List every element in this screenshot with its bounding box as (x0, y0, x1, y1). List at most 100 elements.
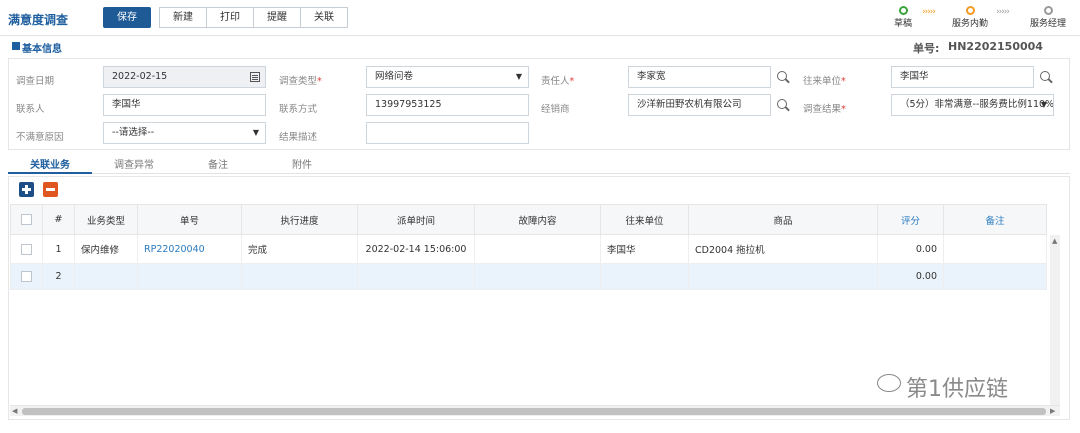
contact-method-value: 13997953125 (375, 99, 442, 110)
dissatisfied-reason-value: --请选择-- (112, 127, 155, 138)
result-select[interactable]: （5分）非常满意--服务费比例110% ▼ (891, 94, 1054, 116)
column-header[interactable]: 评分 (877, 204, 944, 235)
business-grid: # 业务类型 单号 执行进度 派单时间 故障内容 往来单位 商品 评分 备注 1… (10, 204, 1047, 290)
print-button[interactable]: 打印 (206, 7, 254, 28)
step-dot-icon (898, 6, 908, 15)
contact-input[interactable]: 李国华 (103, 94, 266, 116)
scroll-right-icon[interactable]: ▶ (1050, 407, 1055, 415)
workflow-step-service-manager: 服务经理 (1026, 6, 1070, 29)
row-checkbox[interactable] (10, 234, 43, 264)
minus-icon (46, 188, 55, 191)
select-all-checkbox[interactable] (10, 204, 43, 235)
search-icon[interactable] (776, 98, 790, 112)
dealer-value: 沙洋新田野农机有限公司 (637, 99, 742, 110)
workflow-arrow-icon: ››››› (922, 7, 936, 17)
workflow-step-service-clerk: 服务内勤 (950, 6, 990, 29)
cell-note[interactable] (943, 234, 1047, 264)
contact-method-input[interactable]: 13997953125 (366, 94, 529, 116)
delete-row-button[interactable] (43, 182, 58, 197)
column-header[interactable]: 故障内容 (474, 204, 601, 235)
contact-value: 李国华 (112, 99, 141, 110)
link-button[interactable]: 关联 (300, 7, 348, 28)
survey-date-value: 2022-02-15 (112, 71, 168, 82)
workflow-step-label: 草稿 (893, 19, 912, 29)
tab-attachments[interactable]: 附件 (260, 156, 344, 171)
tab-notes[interactable]: 备注 (176, 156, 260, 171)
page-title: 满意度调查 (8, 13, 69, 27)
cell-biz-type[interactable] (74, 263, 138, 290)
result-desc-input[interactable] (366, 122, 529, 144)
cell-product[interactable]: CD2004 拖拉机 (688, 234, 878, 264)
partner-label: 往来单位* (803, 76, 846, 87)
cell-partner[interactable] (600, 263, 689, 290)
column-header[interactable]: 单号 (137, 204, 242, 235)
owner-value: 李家宽 (637, 71, 666, 82)
partner-value: 李国华 (900, 71, 929, 82)
workflow-arrow-icon: ››››› (996, 7, 1010, 17)
result-value: （5分）非常满意--服务费比例110% (900, 99, 1054, 110)
save-button[interactable]: 保存 (103, 7, 151, 28)
workflow-step-label: 服务内勤 (951, 19, 988, 29)
partner-input[interactable]: 李国华 (891, 66, 1034, 88)
column-header[interactable]: 备注 (943, 204, 1047, 235)
column-header[interactable]: 业务类型 (74, 204, 138, 235)
scrollbar-thumb[interactable] (22, 408, 1046, 415)
section-title: 基本信息 (22, 44, 62, 55)
chevron-down-icon: ▼ (515, 72, 522, 81)
remind-button[interactable]: 提醒 (253, 7, 301, 28)
calendar-icon[interactable] (250, 72, 260, 82)
owner-label: 责任人* (541, 76, 575, 87)
dissatisfied-reason-label: 不满意原因 (16, 132, 64, 143)
cell-score[interactable]: 0.00 (877, 234, 944, 264)
cell-dispatch-time[interactable]: 2022-02-14 15:06:00 (357, 234, 475, 264)
cell-score[interactable]: 0.00 (877, 263, 944, 290)
new-button[interactable]: 新建 (159, 7, 207, 28)
cell-partner[interactable]: 李国华 (600, 234, 689, 264)
cell-fault[interactable] (474, 263, 601, 290)
scroll-up-icon[interactable]: ▲ (1052, 237, 1057, 245)
chevron-down-icon: ▼ (1040, 100, 1047, 109)
tab-linked-business[interactable]: 关联业务 (8, 156, 92, 171)
cell-note[interactable] (943, 263, 1047, 290)
cell-biz-type[interactable]: 保内维修 (74, 234, 138, 264)
dealer-label: 经销商 (541, 104, 570, 115)
tab-survey-exception[interactable]: 调查异常 (92, 156, 176, 171)
cell-dispatch-time[interactable] (357, 263, 475, 290)
table-row[interactable]: 2 0.00 (10, 263, 1047, 290)
survey-date-field[interactable]: 2022-02-15 (103, 66, 266, 88)
horizontal-scrollbar[interactable]: ◀ ▶ (10, 405, 1060, 416)
scroll-left-icon[interactable]: ◀ (12, 407, 17, 415)
survey-type-select[interactable]: 网络问卷 ▼ (366, 66, 529, 88)
contact-method-label: 联系方式 (279, 104, 318, 115)
owner-input[interactable]: 李家宽 (628, 66, 771, 88)
section-square-icon (12, 42, 20, 50)
cell-order-no-link[interactable] (137, 263, 242, 290)
cell-product[interactable] (688, 263, 878, 290)
wechat-logo-icon (877, 374, 901, 392)
dealer-input[interactable]: 沙洋新田野农机有限公司 (628, 94, 771, 116)
workflow-step-label: 服务经理 (1029, 19, 1066, 29)
column-header[interactable]: 商品 (688, 204, 878, 235)
column-header[interactable]: 执行进度 (241, 204, 358, 235)
survey-date-label: 调查日期 (16, 76, 55, 87)
dissatisfied-reason-select[interactable]: --请选择-- ▼ (103, 122, 266, 144)
column-header[interactable]: 往来单位 (600, 204, 689, 235)
cell-order-no-link[interactable]: RP22020040 (137, 234, 242, 264)
row-number: 1 (42, 234, 75, 264)
step-dot-icon (965, 6, 975, 15)
cell-progress[interactable]: 完成 (241, 234, 358, 264)
cell-fault[interactable] (474, 234, 601, 264)
grid-header-row: # 业务类型 单号 执行进度 派单时间 故障内容 往来单位 商品 评分 备注 (10, 204, 1047, 235)
search-icon[interactable] (776, 70, 790, 84)
column-header[interactable]: 派单时间 (357, 204, 475, 235)
add-row-button[interactable] (19, 182, 34, 197)
docno-value: HN2202150004 (948, 40, 1043, 53)
cell-progress[interactable] (241, 263, 358, 290)
table-row[interactable]: 1 保内维修 RP22020040 完成 2022-02-14 15:06:00… (10, 234, 1047, 264)
step-dot-icon (1043, 6, 1053, 15)
search-icon[interactable] (1039, 70, 1053, 84)
vertical-scrollbar[interactable]: ▲ (1050, 235, 1060, 415)
row-checkbox[interactable] (10, 263, 43, 290)
watermark-text: 第1供应链 (906, 377, 1008, 402)
result-desc-label: 结果描述 (279, 132, 318, 143)
